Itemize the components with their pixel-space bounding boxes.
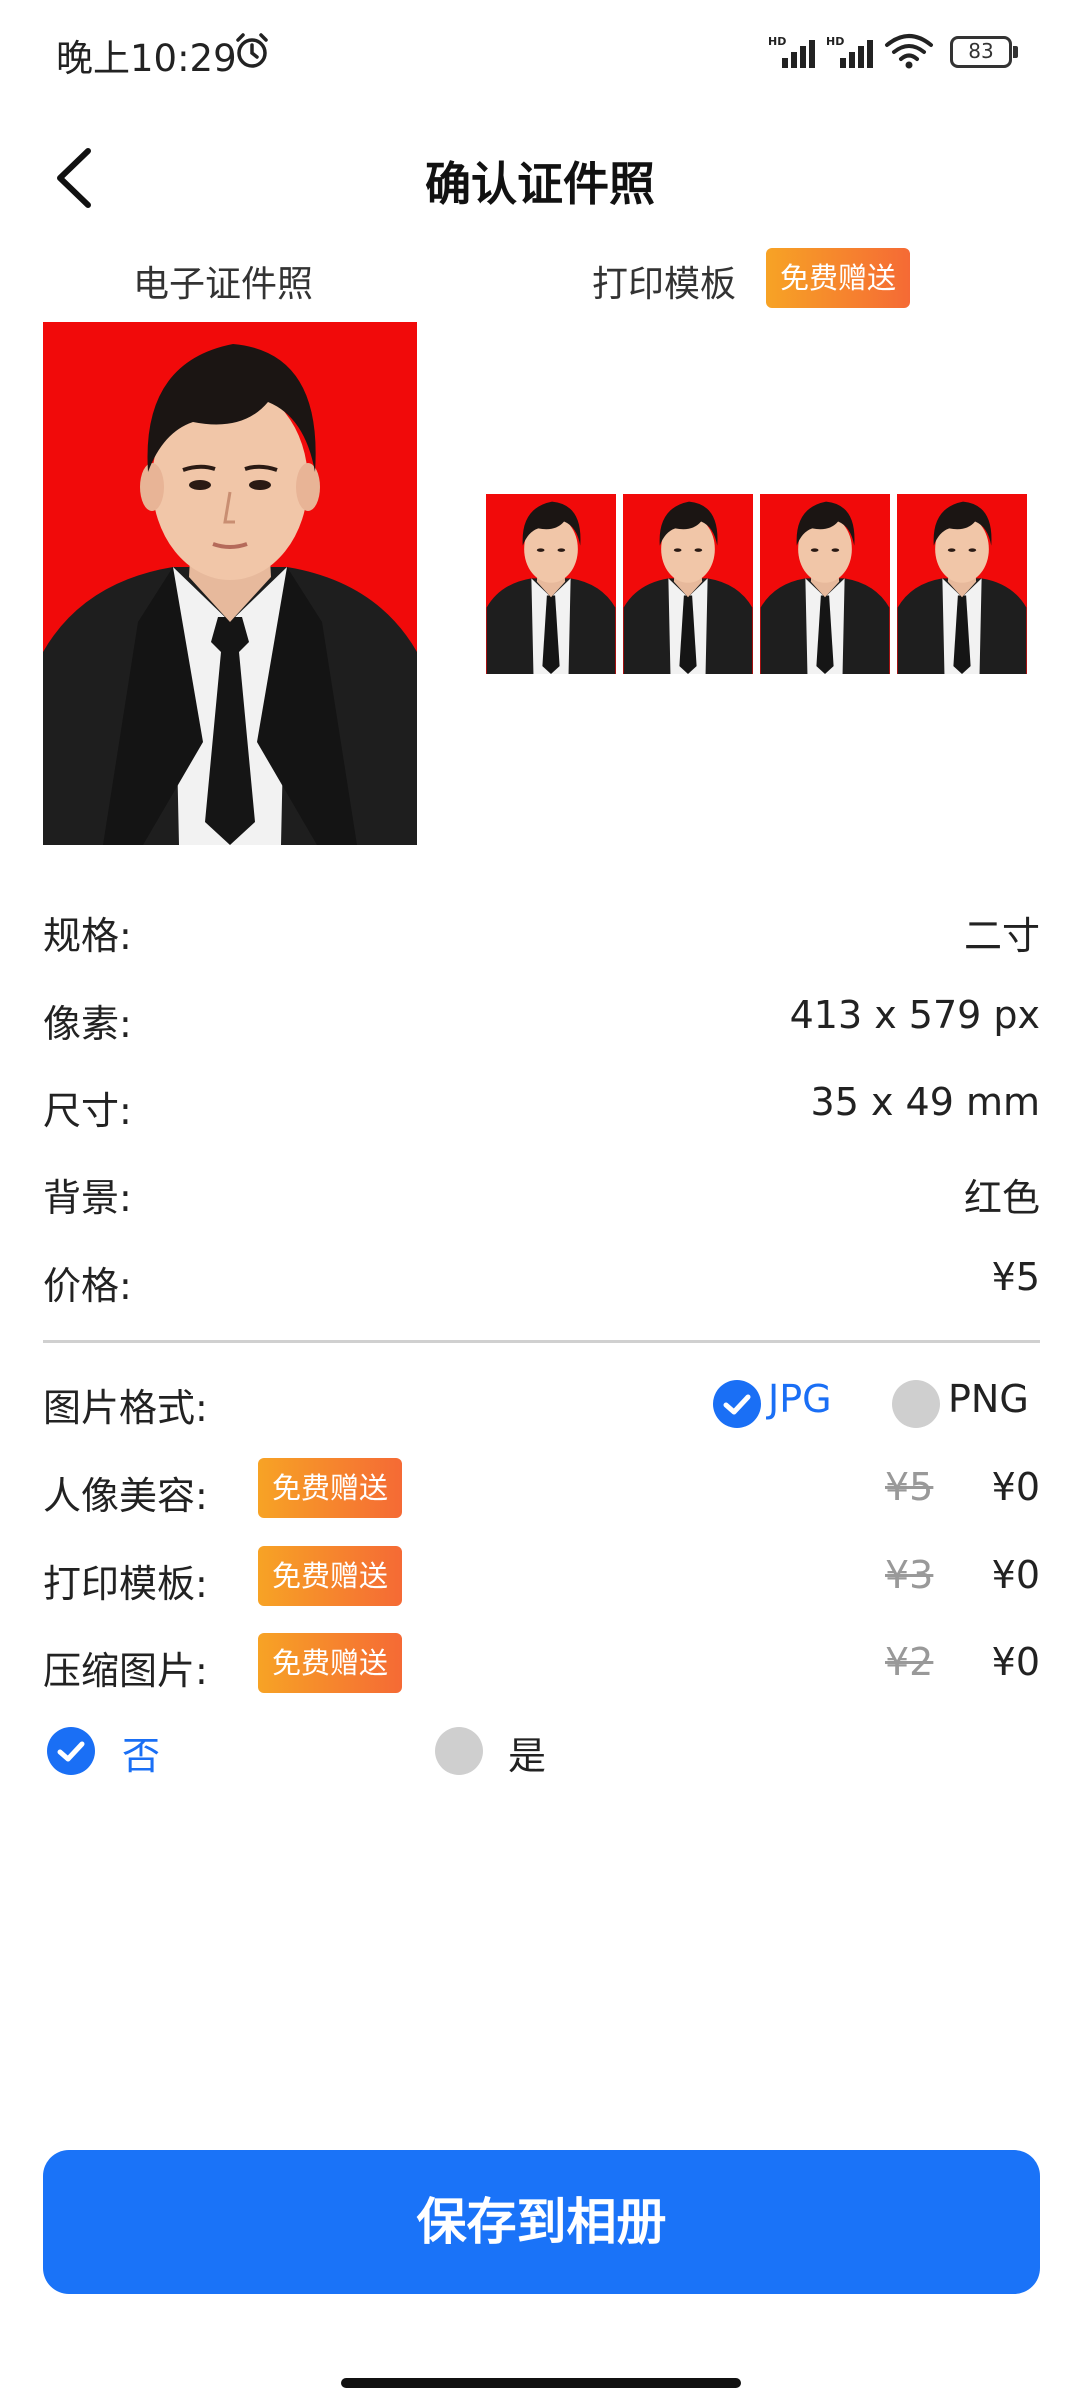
print-thumbnail — [623, 494, 753, 674]
pixel-label: 像素: — [43, 1002, 132, 1046]
free-gift-badge: 免费赠送 — [766, 248, 911, 308]
check-icon — [723, 1394, 751, 1415]
status-bar: 晚上10:29 HD HD 83 — [0, 0, 1080, 100]
png-option-label[interactable]: PNG — [948, 1377, 1029, 1421]
print-thumbnail — [897, 494, 1027, 674]
price-value: ¥5 — [991, 1255, 1040, 1299]
beauty-price: ¥0 — [991, 1465, 1040, 1509]
image-format-label: 图片格式: — [43, 1386, 208, 1430]
spec-value: 二寸 — [963, 914, 1040, 958]
pixel-value: 413 x 579 px — [789, 993, 1040, 1037]
size-value: 35 x 49 mm — [810, 1080, 1040, 1124]
print-thumbnail — [486, 494, 616, 674]
home-indicator[interactable] — [341, 2378, 741, 2388]
page-title: 确认证件照 — [425, 157, 655, 211]
background-value: 红色 — [963, 1176, 1040, 1220]
compress-no-radio[interactable] — [47, 1727, 95, 1775]
compress-no-label[interactable]: 否 — [122, 1725, 160, 1780]
print-template-price: ¥0 — [991, 1553, 1040, 1597]
beauty-old-price: ¥5 — [885, 1465, 934, 1509]
id-photo-preview — [43, 322, 417, 845]
compress-old-price: ¥2 — [885, 1640, 934, 1684]
print-template-label: 打印模板 — [592, 264, 737, 305]
png-radio[interactable] — [892, 1380, 940, 1428]
battery-level: 83 — [968, 39, 994, 63]
background-label: 背景: — [43, 1176, 132, 1220]
beauty-label: 人像美容: — [43, 1474, 208, 1518]
check-icon — [57, 1741, 85, 1762]
print-thumbnail — [760, 494, 890, 674]
compress-label: 压缩图片: — [43, 1649, 208, 1693]
alarm-icon — [236, 33, 268, 68]
signal-hd-label: HD — [826, 35, 844, 48]
signal-icon: HD — [826, 35, 873, 68]
size-label: 尺寸: — [43, 1089, 132, 1133]
free-gift-badge: 免费赠送 — [258, 1458, 403, 1518]
signal-icon: HD — [768, 35, 815, 68]
save-to-album-button[interactable]: 保存到相册 — [43, 2150, 1040, 2294]
wifi-icon — [885, 34, 933, 69]
free-gift-badge: 免费赠送 — [258, 1633, 403, 1693]
status-time: 晚上10:29 — [56, 37, 237, 80]
divider — [43, 1340, 1040, 1343]
free-gift-badge: 免费赠送 — [258, 1546, 403, 1606]
battery-icon: 83 — [950, 36, 1018, 68]
portrait-image — [43, 322, 417, 845]
print-template-old-price: ¥3 — [885, 1553, 934, 1597]
compress-yes-radio[interactable] — [435, 1727, 483, 1775]
price-label: 价格: — [43, 1264, 132, 1308]
signal-hd-label: HD — [768, 35, 786, 48]
print-template-row-label: 打印模板: — [43, 1562, 208, 1606]
digital-photo-label: 电子证件照 — [133, 264, 314, 305]
spec-label: 规格: — [43, 914, 132, 958]
compress-yes-label[interactable]: 是 — [508, 1725, 546, 1780]
compress-price: ¥0 — [991, 1640, 1040, 1684]
jpg-option-label[interactable]: JPG — [768, 1377, 832, 1421]
jpg-radio[interactable] — [713, 1380, 761, 1428]
